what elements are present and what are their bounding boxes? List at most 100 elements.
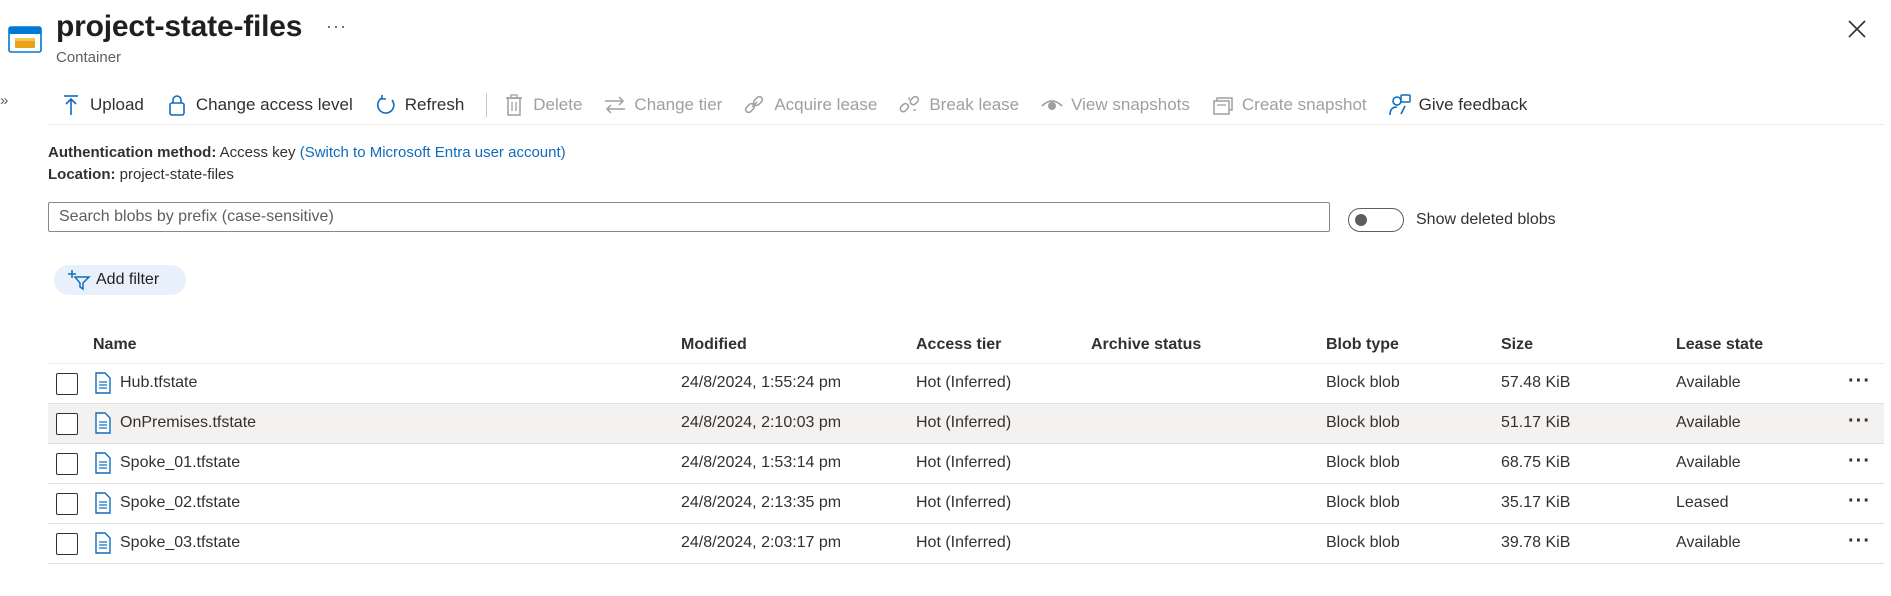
- give-feedback-button[interactable]: Give feedback: [1385, 88, 1538, 122]
- blob-name-link[interactable]: Spoke_02.tfstate: [120, 494, 240, 512]
- blob-container-page: project-state-files Container ··· » Uplo…: [0, 0, 1891, 596]
- cell-size: 57.48 KiB: [1501, 374, 1571, 391]
- table-row[interactable]: Spoke_01.tfstate 24/8/2024, 1:53:14 pm H…: [48, 444, 1884, 484]
- delete-label: Delete: [533, 95, 583, 114]
- column-header-lease-state[interactable]: Lease state: [1676, 336, 1763, 354]
- row-more-button[interactable]: ···: [1848, 490, 1871, 513]
- cell-lease-state: Available: [1676, 534, 1741, 551]
- toggle-knob: [1355, 214, 1367, 226]
- row-more-button[interactable]: ···: [1848, 450, 1871, 473]
- column-header-blob-type[interactable]: Blob type: [1326, 336, 1399, 354]
- give-feedback-label: Give feedback: [1418, 95, 1528, 114]
- cell-blob-type: Block blob: [1326, 494, 1400, 511]
- acquire-lease-button[interactable]: Acquire lease: [740, 88, 887, 122]
- page-header: project-state-files Container ···: [0, 0, 1891, 70]
- column-header-size[interactable]: Size: [1501, 336, 1533, 354]
- change-access-level-label: Change access level: [195, 95, 353, 114]
- row-more-button[interactable]: ···: [1848, 370, 1871, 393]
- refresh-icon: [376, 95, 395, 114]
- column-header-archive-status[interactable]: Archive status: [1091, 336, 1201, 354]
- snapshot-icon: [1213, 97, 1233, 115]
- blob-name-link[interactable]: Hub.tfstate: [120, 374, 197, 392]
- blobs-table: Name Modified Access tier Archive status…: [48, 328, 1884, 564]
- table-header: Name Modified Access tier Archive status…: [48, 328, 1884, 364]
- more-options-button[interactable]: ···: [326, 16, 347, 37]
- cell-modified: 24/8/2024, 2:13:35 pm: [681, 494, 842, 511]
- view-snapshots-label: View snapshots: [1071, 95, 1190, 114]
- view-snapshots-button[interactable]: View snapshots: [1037, 88, 1200, 122]
- table-row[interactable]: OnPremises.tfstate 24/8/2024, 2:10:03 pm…: [48, 404, 1884, 444]
- swap-icon: [605, 96, 626, 114]
- blob-name-link[interactable]: OnPremises.tfstate: [120, 414, 256, 432]
- feedback-icon: [1388, 94, 1411, 116]
- upload-button[interactable]: Upload: [56, 88, 154, 122]
- delete-button[interactable]: Delete: [499, 88, 592, 122]
- change-tier-label: Change tier: [634, 95, 723, 114]
- row-more-button[interactable]: ···: [1848, 410, 1871, 433]
- add-filter-button[interactable]: Add filter: [54, 265, 186, 295]
- table-row[interactable]: Hub.tfstate 24/8/2024, 1:55:24 pm Hot (I…: [48, 364, 1884, 404]
- close-icon[interactable]: [1846, 18, 1868, 40]
- upload-icon: [64, 95, 78, 115]
- column-header-access-tier[interactable]: Access tier: [916, 336, 1001, 354]
- add-filter-icon: [68, 270, 91, 291]
- location-info: Location: project-state-files: [48, 166, 234, 183]
- file-icon: [95, 532, 111, 554]
- link-icon: [745, 95, 764, 114]
- change-tier-button[interactable]: Change tier: [600, 88, 732, 122]
- broken-link-icon: [899, 95, 920, 113]
- row-checkbox[interactable]: [56, 493, 78, 515]
- cell-modified: 24/8/2024, 2:10:03 pm: [681, 414, 842, 431]
- command-bar: Upload Change access level Refresh Delet…: [56, 88, 1545, 122]
- create-snapshot-label: Create snapshot: [1241, 95, 1367, 114]
- cell-modified: 24/8/2024, 1:55:24 pm: [681, 374, 842, 391]
- table-row[interactable]: Spoke_03.tfstate 24/8/2024, 2:03:17 pm H…: [48, 524, 1884, 564]
- auth-method-info: Authentication method: Access key (Switc…: [48, 144, 566, 161]
- toolbar-separator: [486, 93, 488, 117]
- cell-access-tier: Hot (Inferred): [916, 494, 1012, 511]
- eye-icon: [1041, 100, 1063, 110]
- location-key: Location:: [48, 166, 116, 183]
- cell-access-tier: Hot (Inferred): [916, 374, 1012, 391]
- show-deleted-blobs-label: Show deleted blobs: [1416, 211, 1556, 228]
- cell-blob-type: Block blob: [1326, 374, 1400, 391]
- table-row[interactable]: Spoke_02.tfstate 24/8/2024, 2:13:35 pm H…: [48, 484, 1884, 524]
- container-icon: [8, 26, 42, 53]
- expand-menu-button[interactable]: »: [0, 92, 8, 109]
- blob-name-link[interactable]: Spoke_01.tfstate: [120, 454, 240, 472]
- file-icon: [95, 452, 111, 474]
- auth-method-value: Access key: [219, 144, 296, 161]
- auth-method-key: Authentication method:: [48, 144, 217, 161]
- toolbar-divider: [48, 124, 1884, 125]
- location-value: project-state-files: [119, 166, 234, 183]
- row-checkbox[interactable]: [56, 533, 78, 555]
- cell-size: 35.17 KiB: [1501, 494, 1571, 511]
- cell-blob-type: Block blob: [1326, 454, 1400, 471]
- cell-lease-state: Available: [1676, 414, 1741, 431]
- row-checkbox[interactable]: [56, 453, 78, 475]
- cell-size: 68.75 KiB: [1501, 454, 1571, 471]
- cell-size: 51.17 KiB: [1501, 414, 1571, 431]
- file-icon: [95, 492, 111, 514]
- add-filter-label: Add filter: [96, 271, 160, 288]
- change-access-level-button[interactable]: Change access level: [162, 88, 363, 122]
- cell-blob-type: Block blob: [1326, 534, 1400, 551]
- row-checkbox[interactable]: [56, 413, 78, 435]
- row-more-button[interactable]: ···: [1848, 530, 1871, 553]
- row-checkbox[interactable]: [56, 373, 78, 395]
- cell-access-tier: Hot (Inferred): [916, 454, 1012, 471]
- column-header-modified[interactable]: Modified: [681, 336, 747, 354]
- break-lease-button[interactable]: Break lease: [895, 88, 1029, 122]
- show-deleted-blobs-toggle[interactable]: [1348, 208, 1404, 232]
- cell-modified: 24/8/2024, 2:03:17 pm: [681, 534, 842, 551]
- cell-blob-type: Block blob: [1326, 414, 1400, 431]
- upload-label: Upload: [90, 95, 144, 114]
- search-input[interactable]: [48, 202, 1330, 232]
- cell-access-tier: Hot (Inferred): [916, 534, 1012, 551]
- cell-lease-state: Leased: [1676, 494, 1729, 511]
- create-snapshot-button[interactable]: Create snapshot: [1208, 88, 1377, 122]
- column-header-name[interactable]: Name: [93, 336, 137, 354]
- switch-auth-link[interactable]: (Switch to Microsoft Entra user account): [300, 144, 566, 161]
- refresh-button[interactable]: Refresh: [371, 88, 475, 122]
- blob-name-link[interactable]: Spoke_03.tfstate: [120, 534, 240, 552]
